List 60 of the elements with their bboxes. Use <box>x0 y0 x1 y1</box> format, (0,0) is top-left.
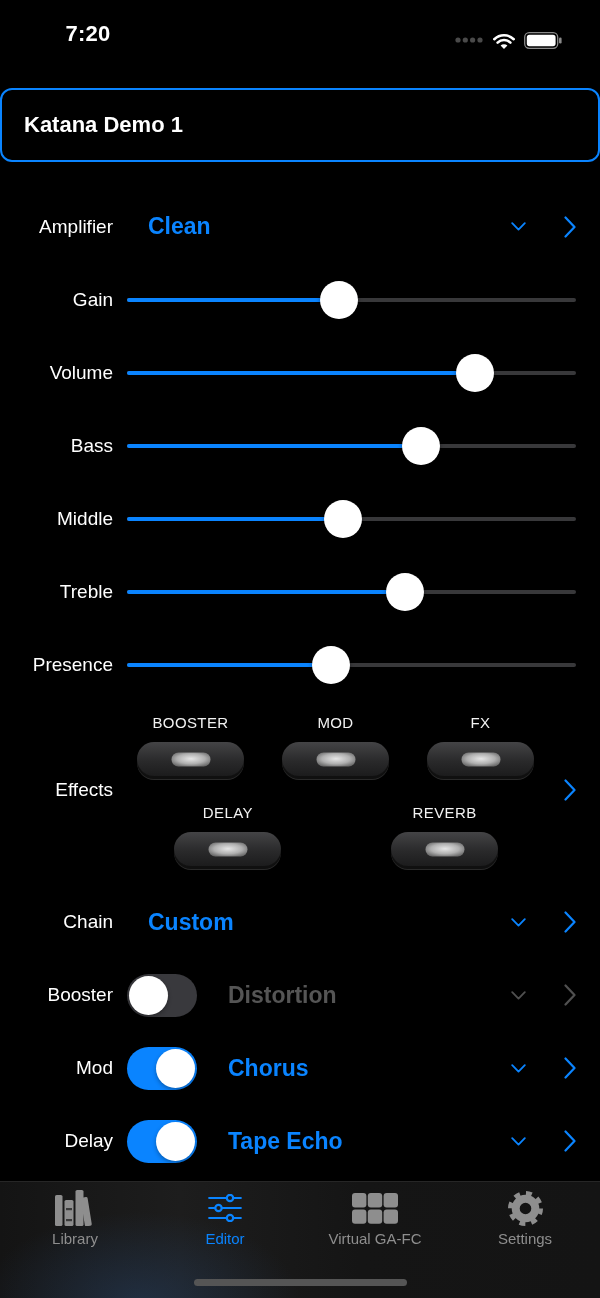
row-label: Mod <box>75 1057 113 1079</box>
row-label: Delay <box>63 1130 113 1152</box>
chevron-down-icon <box>511 917 526 927</box>
books-icon <box>55 1190 95 1226</box>
row-label: Effects <box>54 779 113 801</box>
slider-label: Presence <box>31 653 113 676</box>
sliders-icon <box>208 1194 242 1222</box>
tab-bar-item[interactable]: Settings <box>450 1182 600 1248</box>
toggle-switch[interactable] <box>127 1119 197 1163</box>
slider[interactable] <box>127 353 576 392</box>
slider-label: Treble <box>58 580 113 603</box>
signal-dots-icon <box>455 37 483 43</box>
chevron-right-icon[interactable] <box>564 911 576 933</box>
slider-thumb[interactable] <box>385 572 424 611</box>
slider[interactable] <box>127 572 576 611</box>
slider-thumb[interactable] <box>402 426 441 465</box>
tab-bar-item[interactable]: Virtual GA-FC <box>300 1182 450 1248</box>
tab-bar-item[interactable]: Editor <box>150 1182 300 1248</box>
slider[interactable] <box>127 645 576 684</box>
slider-label: Bass <box>69 434 113 457</box>
row-label: Booster <box>46 984 113 1006</box>
effect-label: FX <box>470 714 491 732</box>
chevron-right-icon[interactable] <box>564 215 576 238</box>
chevron-right-icon[interactable] <box>564 984 576 1006</box>
slider-thumb[interactable] <box>324 499 363 538</box>
status-time: 7:20 <box>64 20 112 48</box>
slider[interactable] <box>127 499 576 538</box>
effect-type-dropdown[interactable]: Tape Echo <box>197 1119 536 1163</box>
row-label: Chain <box>62 911 113 933</box>
wifi-icon <box>493 31 515 49</box>
slider-label: Gain <box>71 288 113 311</box>
slider[interactable] <box>127 280 576 319</box>
settings-icon <box>507 1190 543 1226</box>
toggle-switch[interactable] <box>127 973 197 1017</box>
tab-bar-item[interactable]: Library <box>0 1182 150 1248</box>
chevron-down-icon <box>511 1136 526 1146</box>
slider-label: Volume <box>48 361 113 384</box>
effect-type-dropdown[interactable]: Chorus <box>197 1046 536 1090</box>
chain-dropdown[interactable]: Custom <box>127 900 536 944</box>
chevron-down-icon <box>511 990 526 1000</box>
chevron-down-icon <box>511 1063 526 1073</box>
chevron-right-icon[interactable] <box>564 1130 576 1152</box>
effect-label: BOOSTER <box>152 714 229 732</box>
slider-thumb[interactable] <box>320 280 359 319</box>
battery-icon <box>524 31 562 49</box>
preset-name-field[interactable]: Katana Demo 1 <box>0 88 600 162</box>
chevron-down-icon <box>511 222 526 231</box>
effect-label: DELAY <box>202 804 253 822</box>
row-label: Amplifier <box>38 215 113 238</box>
slider-thumb[interactable] <box>455 353 494 392</box>
slider[interactable] <box>127 426 576 465</box>
grid-icon <box>352 1192 398 1224</box>
effect-label: REVERB <box>412 804 477 822</box>
chevron-right-icon[interactable] <box>564 779 576 801</box>
amp-type-dropdown[interactable]: Clean <box>127 204 536 249</box>
toggle-switch[interactable] <box>127 1046 197 1090</box>
slider-label: Middle <box>56 507 113 530</box>
slider-thumb[interactable] <box>311 645 350 684</box>
effect-label: MOD <box>317 714 354 732</box>
chevron-right-icon[interactable] <box>564 1057 576 1079</box>
